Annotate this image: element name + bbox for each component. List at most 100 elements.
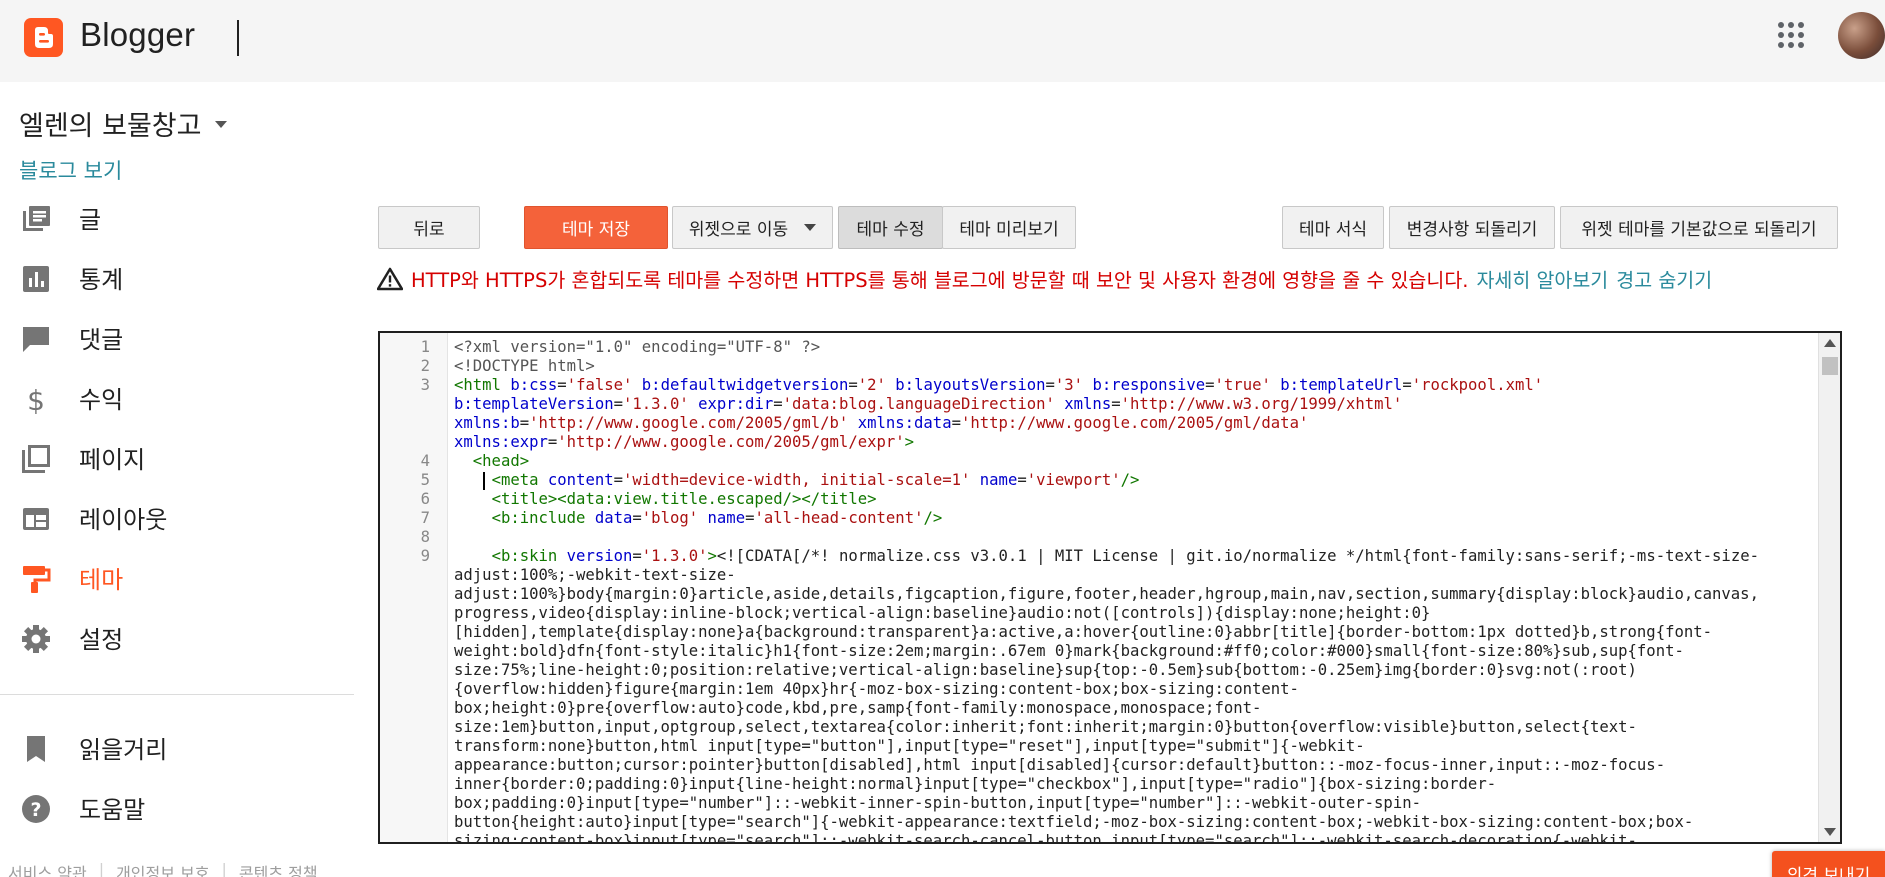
apps-grid-icon[interactable] bbox=[1776, 20, 1806, 50]
comments-icon bbox=[23, 327, 49, 352]
footer-links: 서비스 약관 | 개인정보 보호 | 콘텐츠 정책 bbox=[8, 860, 318, 877]
privacy-link[interactable]: 개인정보 보호 bbox=[116, 860, 209, 877]
line-number: 6 bbox=[420, 490, 430, 508]
sidebar-item-settings[interactable]: 설정 bbox=[0, 612, 340, 664]
bookmark-icon bbox=[27, 736, 45, 762]
blog-name: 엘렌의 보물창고 bbox=[19, 111, 202, 142]
caret-down-icon bbox=[804, 224, 817, 231]
text-cursor bbox=[483, 472, 485, 490]
code-text: transform:none}button,html input[type="b… bbox=[454, 737, 1365, 755]
code-text: box;height:0}pre{overflow:auto}code,kbd,… bbox=[454, 699, 1262, 717]
view-blog-link[interactable]: 블로그 보기 bbox=[19, 155, 122, 185]
code-text: b:templateVersion='1.3.0' expr:dir='data… bbox=[454, 395, 1403, 413]
scroll-up-arrow-icon[interactable] bbox=[1824, 339, 1836, 347]
code-text: <html b:css='false' b:defaultwidgetversi… bbox=[454, 376, 1544, 394]
sidebar-item-reading-list[interactable]: 읽을거리 bbox=[0, 722, 340, 774]
code-text: appearance:button;cursor:pointer}button[… bbox=[454, 756, 1666, 774]
scroll-down-arrow-icon[interactable] bbox=[1824, 828, 1836, 836]
reset-widgets-button[interactable]: 위젯 테마를 기본값으로 되돌리기 bbox=[1560, 206, 1838, 249]
sidebar-item-label: 레이아웃 bbox=[79, 506, 168, 534]
stats-icon bbox=[23, 266, 49, 292]
code-text: adjust:100%}body{margin:0}article,aside,… bbox=[454, 585, 1759, 603]
footer-separator: | bbox=[221, 860, 227, 877]
code-text: size:1em}button,input,optgroup,select,te… bbox=[454, 718, 1637, 736]
theme-code-editor[interactable]: 1 <?xml version="1.0" encoding="UTF-8" ?>… bbox=[378, 331, 1842, 844]
posts-icon bbox=[23, 206, 50, 231]
code-text: <head> bbox=[472, 452, 530, 470]
warning-text: HTTP와 HTTPS가 혼합되도록 테마를 수정하면 HTTPS를 통해 블로… bbox=[411, 269, 1469, 292]
jump-to-widget-label: 위젯으로 이동 bbox=[688, 220, 789, 240]
scrollbar-thumb[interactable] bbox=[1822, 357, 1838, 375]
top-bar: Blogger bbox=[0, 0, 1885, 82]
terms-link[interactable]: 서비스 약관 bbox=[8, 860, 87, 877]
code-text: sizing:content-box}input[type="search"]:… bbox=[454, 832, 1637, 842]
send-feedback-button[interactable]: 의견 보내기 bbox=[1772, 851, 1885, 877]
line-number: 9 bbox=[420, 547, 430, 565]
sidebar-item-label: 테마 bbox=[79, 566, 124, 594]
sidebar-item-label: 수익 bbox=[79, 386, 124, 414]
code-text: <meta content='width=device-width, initi… bbox=[491, 471, 1140, 489]
line-number: 5 bbox=[420, 471, 430, 489]
blogger-logo-icon[interactable] bbox=[24, 18, 63, 57]
edit-theme-button[interactable]: 테마 수정 bbox=[838, 206, 943, 249]
code-text: inner{border:0;padding:0}input{line-heig… bbox=[454, 775, 1497, 793]
code-text: adjust:100%;-webkit-text-size- bbox=[454, 566, 736, 584]
theme-icon bbox=[23, 566, 51, 593]
sidebar-item-pages[interactable]: 페이지 bbox=[0, 432, 340, 484]
code-text: <b:include data='blog' name='all-head-co… bbox=[491, 509, 943, 527]
preview-theme-button[interactable]: 테마 미리보기 bbox=[942, 206, 1076, 249]
code-text: <?xml version="1.0" encoding="UTF-8" ?> bbox=[454, 338, 821, 356]
app-title[interactable]: Blogger bbox=[80, 16, 195, 54]
svg-text:?: ? bbox=[30, 799, 41, 821]
sidebar-item-posts[interactable]: 글 bbox=[0, 192, 340, 244]
sidebar-item-theme[interactable]: 테마 bbox=[0, 552, 340, 604]
code-text: weight:bold}dfn{font-style:italic}h1{fon… bbox=[454, 642, 1684, 660]
sidebar-item-label: 댓글 bbox=[79, 326, 124, 354]
sidebar-item-comments[interactable]: 댓글 bbox=[0, 312, 340, 364]
code-text: progress,video{display:inline-block;vert… bbox=[454, 604, 1431, 622]
editor-scrollbar[interactable] bbox=[1818, 333, 1840, 842]
back-button[interactable]: 뒤로 bbox=[378, 206, 480, 249]
code-text: button{height:auto}input[type="search"]{… bbox=[454, 813, 1694, 831]
sidebar-item-earnings[interactable]: $ 수익 bbox=[0, 372, 340, 424]
line-number: 7 bbox=[420, 509, 430, 527]
hide-warning-link[interactable]: 경고 숨기기 bbox=[1616, 264, 1712, 293]
line-number: 8 bbox=[420, 528, 430, 546]
pages-icon bbox=[22, 445, 50, 473]
earnings-icon: $ bbox=[27, 384, 45, 415]
sidebar-item-stats[interactable]: 통계 bbox=[0, 252, 340, 304]
save-theme-button[interactable]: 테마 저장 bbox=[524, 206, 668, 249]
code-text: {overflow:hidden}figure{margin:1em 40px}… bbox=[454, 680, 1299, 698]
code-text: [hidden],template{display:none}a{backgro… bbox=[454, 623, 1713, 641]
code-text: box;padding:0}input[type="number"]::-web… bbox=[454, 794, 1421, 812]
sidebar-item-layout[interactable]: 레이아웃 bbox=[0, 492, 340, 544]
code-text: <!DOCTYPE html> bbox=[454, 357, 595, 375]
code-text: xmlns:expr='http://www.google.com/2005/g… bbox=[454, 433, 915, 451]
code-text: size:75%;line-height:0;position:relative… bbox=[454, 661, 1637, 679]
footer-separator: | bbox=[98, 860, 105, 877]
code-text: <b:skin version='1.3.0'><![CDATA[/*! nor… bbox=[491, 547, 1759, 565]
layout-icon bbox=[23, 508, 49, 530]
content-policy-link[interactable]: 콘텐츠 정책 bbox=[239, 860, 318, 877]
line-number: 4 bbox=[420, 452, 430, 470]
revert-changes-button[interactable]: 변경사항 되돌리기 bbox=[1389, 206, 1555, 249]
sidebar-item-label: 페이지 bbox=[79, 446, 146, 474]
jump-to-widget-dropdown[interactable]: 위젯으로 이동 bbox=[672, 206, 833, 249]
code-content[interactable]: 1 <?xml version="1.0" encoding="UTF-8" ?>… bbox=[380, 333, 1820, 842]
sidebar-item-label: 읽을거리 bbox=[79, 736, 168, 764]
line-number: 3 bbox=[420, 376, 430, 394]
settings-icon bbox=[22, 625, 50, 653]
sidebar-item-label: 글 bbox=[79, 206, 102, 234]
learn-more-link[interactable]: 자세히 알아보기 bbox=[1476, 264, 1608, 293]
line-number: 2 bbox=[420, 357, 430, 375]
mixed-content-warning: HTTP와 HTTPS가 혼합되도록 테마를 수정하면 HTTPS를 통해 블로… bbox=[377, 264, 1712, 293]
blog-selector[interactable]: 엘렌의 보물창고 bbox=[19, 104, 228, 143]
warning-icon bbox=[377, 267, 403, 290]
avatar[interactable] bbox=[1838, 12, 1885, 59]
code-text: <title><data:view.title.escaped/></title… bbox=[491, 490, 877, 508]
format-theme-button[interactable]: 테마 서식 bbox=[1282, 206, 1384, 249]
caret-down-icon bbox=[215, 121, 228, 128]
sidebar-item-help[interactable]: ? 도움말 bbox=[0, 782, 340, 834]
svg-text:$: $ bbox=[27, 384, 45, 415]
title-divider bbox=[237, 20, 239, 56]
